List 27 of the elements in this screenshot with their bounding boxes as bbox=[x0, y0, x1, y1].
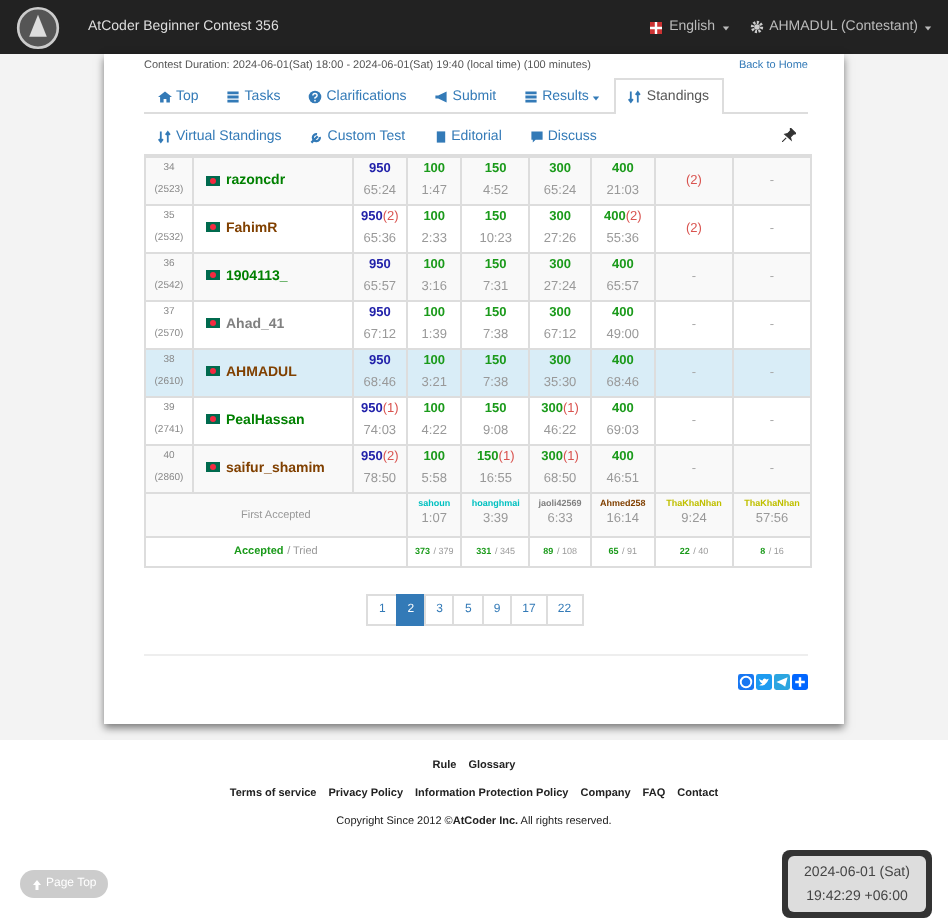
gear-icon bbox=[749, 20, 764, 34]
sort-icon bbox=[158, 129, 172, 143]
flag-icon bbox=[206, 366, 220, 377]
megaphone-icon bbox=[434, 90, 449, 104]
list-icon bbox=[226, 90, 241, 104]
logo-icon bbox=[16, 5, 60, 49]
flag-icon bbox=[647, 21, 664, 33]
paper-plane-icon[interactable] bbox=[774, 673, 790, 689]
plus-icon[interactable] bbox=[792, 673, 808, 689]
wrench-icon bbox=[309, 129, 324, 143]
flag-icon bbox=[206, 270, 220, 281]
flag-icon bbox=[206, 318, 220, 329]
flag-icon bbox=[206, 462, 220, 473]
flag-icon bbox=[206, 222, 220, 233]
caret-icon bbox=[721, 23, 730, 31]
pin-icon[interactable] bbox=[782, 127, 796, 141]
bird-icon[interactable] bbox=[756, 673, 772, 689]
sort-icon bbox=[628, 90, 643, 104]
list-icon bbox=[524, 90, 539, 104]
up-arrow-icon bbox=[32, 879, 42, 889]
home-icon bbox=[158, 90, 172, 104]
speech-bubble-icon bbox=[529, 129, 544, 143]
book-icon bbox=[433, 129, 448, 143]
flag-icon bbox=[206, 414, 220, 425]
caret-icon bbox=[924, 23, 932, 31]
question-icon bbox=[308, 90, 323, 104]
flag-icon bbox=[206, 175, 220, 186]
